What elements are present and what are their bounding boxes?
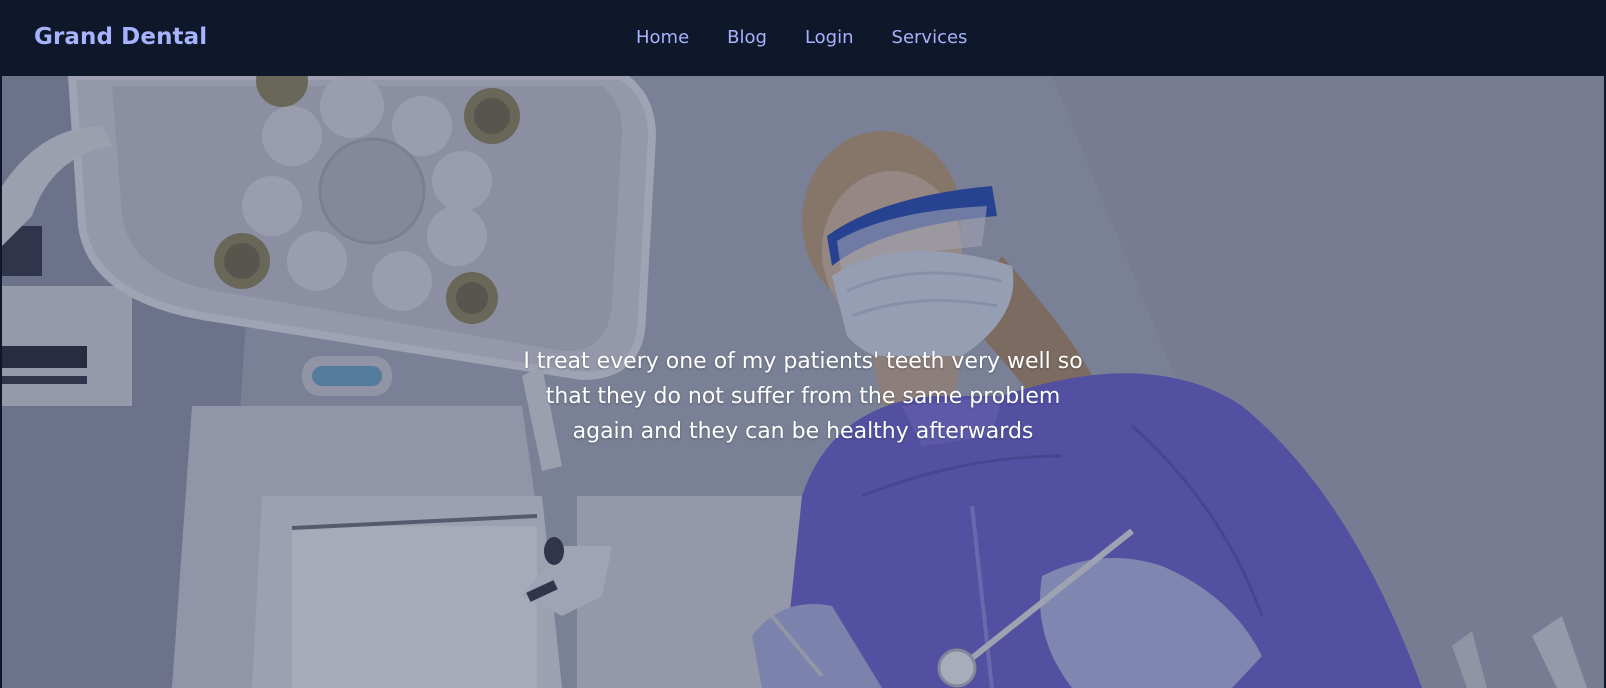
- hero-tagline: I treat every one of my patients' teeth …: [523, 349, 1083, 444]
- page: Grand Dental Home Blog Login Services I …: [2, 0, 1604, 688]
- nav-services[interactable]: Services: [892, 27, 968, 48]
- nav-links: Home Blog Login Services: [636, 27, 967, 48]
- nav-home[interactable]: Home: [636, 27, 689, 48]
- hero-section: I treat every one of my patients' teeth …: [2, 76, 1604, 688]
- nav-login[interactable]: Login: [805, 27, 854, 48]
- brand-logo[interactable]: Grand Dental: [34, 24, 207, 50]
- nav-blog[interactable]: Blog: [727, 27, 767, 48]
- navbar: Grand Dental Home Blog Login Services: [2, 0, 1604, 76]
